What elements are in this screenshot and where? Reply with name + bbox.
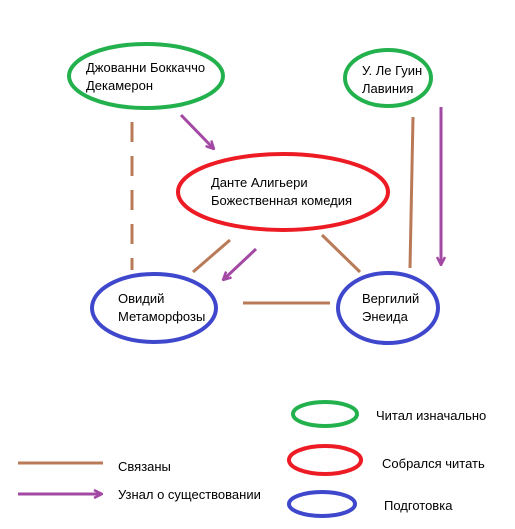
node-dante-label: Данте Алигьери Божественная комедия <box>211 174 352 210</box>
node-boccaccio-title: Декамерон <box>86 78 154 93</box>
legend-read-initially-ellipse <box>291 400 359 428</box>
arrow-dante-to-ovid <box>223 247 258 280</box>
node-virgil-label: Вергилий Энеида <box>362 290 419 326</box>
diagram-canvas <box>18 42 515 518</box>
node-ovid-title: Метаморфозы <box>118 309 206 324</box>
legend-decided-to-read-ellipse <box>287 444 363 476</box>
node-ovid-author: Овидий <box>118 291 165 306</box>
legend-preparation-label: Подготовка <box>384 498 453 513</box>
node-boccaccio-author: Джованни Боккаччо <box>86 60 206 75</box>
node-leguin-label: У. Ле Гуин Лавиния <box>362 62 422 98</box>
node-dante-title: Божественная комедия <box>211 193 353 208</box>
legend-related-label: Связаны <box>118 459 171 474</box>
legend-read-initially-label: Читал изначально <box>376 408 487 423</box>
edge-dante-ovid <box>192 238 231 274</box>
node-ovid-label: Овидий Метаморфозы <box>118 290 205 326</box>
node-virgil-author: Вергилий <box>362 291 420 306</box>
legend-preparation-ellipse <box>287 490 357 518</box>
arrow-boccaccio-to-dante <box>179 113 214 149</box>
legend-learned-label: Узнал о существовании <box>118 487 261 502</box>
node-boccaccio-label: Джованни Боккаччо Декамерон <box>86 59 205 95</box>
legend-decided-to-read-label: Собрался читать <box>382 456 485 471</box>
edge-dante-virgil <box>320 233 362 274</box>
node-dante-author: Данте Алигьери <box>211 175 308 190</box>
node-leguin-title: Лавиния <box>362 81 414 96</box>
edge-leguin-virgil <box>408 116 415 269</box>
node-leguin-author: У. Ле Гуин <box>362 63 423 78</box>
node-virgil-title: Энеида <box>362 309 408 324</box>
